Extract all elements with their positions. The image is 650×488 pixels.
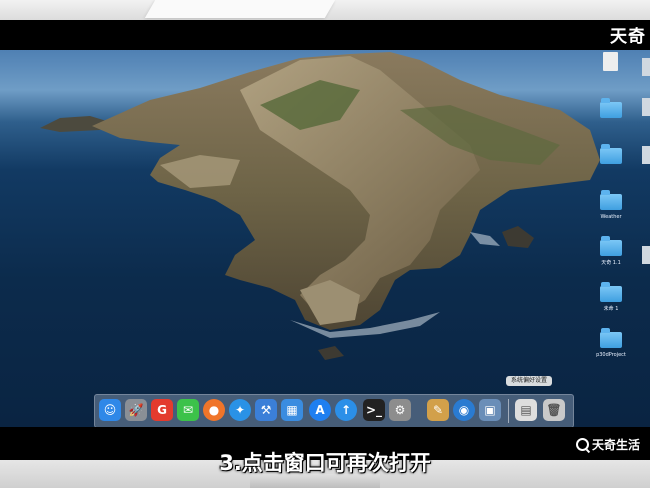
desktop-item-folder-4[interactable]: 天奇 1.1 (590, 236, 650, 280)
dock: ☺ 🚀 G ✉ ● ✦ ⚒ ▦ A ↑ >_ ⚙ ✎ ◉ ▣ ▤ 🗑 (94, 394, 574, 427)
folder-icon (600, 98, 622, 118)
watermark-top: 天奇 (610, 27, 646, 47)
folder-icon (600, 282, 622, 302)
desktop-icons-column: Weather 天奇 1.1 未命 1 p30dProject (590, 50, 650, 427)
folder-icon (600, 144, 622, 164)
folder-icon (600, 190, 622, 210)
desktop-screen[interactable]: Weather 天奇 1.1 未命 1 p30dProject 系统偏好设置 ☺… (0, 50, 650, 427)
documents-stack-icon[interactable]: ▤ (515, 399, 537, 421)
trash-icon[interactable]: 🗑 (543, 399, 565, 421)
edge-doc-icon[interactable] (642, 58, 650, 76)
desktop-item-label: p30dProject (596, 352, 626, 358)
wallpaper-island (40, 52, 600, 360)
desktop-item-file[interactable] (590, 52, 650, 92)
desktop-item-folder-3[interactable]: Weather (590, 190, 650, 234)
wechat-icon[interactable]: ✉ (177, 399, 199, 421)
desktop-item-folder-1[interactable] (590, 98, 650, 142)
terminal-icon[interactable]: >_ (363, 399, 385, 421)
dock-divider (508, 399, 509, 423)
network-globe-icon[interactable]: ◉ (453, 399, 475, 421)
desktop-item-folder-6[interactable]: p30dProject (590, 328, 650, 372)
safari-icon[interactable]: ✦ (229, 399, 251, 421)
monitor-top-bezel (0, 0, 650, 20)
desktop-item-folder-2[interactable] (590, 144, 650, 188)
file-icon (603, 52, 618, 71)
desktop-item-label: Weather (600, 214, 622, 220)
top-black-band (0, 20, 650, 50)
firefox-icon[interactable]: ● (203, 399, 225, 421)
app-store-icon[interactable]: A (309, 399, 331, 421)
notes-icon[interactable]: ✎ (427, 399, 449, 421)
upload-icon[interactable]: ↑ (335, 399, 357, 421)
system-preferences-gear-icon[interactable]: ⚙ (389, 399, 411, 421)
finder-icon[interactable]: ☺ (99, 399, 121, 421)
folder-icon (600, 236, 622, 256)
image-preview-icon[interactable]: ▣ (479, 399, 501, 421)
desktop-item-folder-5[interactable]: 未命 1 (590, 282, 650, 326)
desktop-item-label: 天奇 1.1 (601, 260, 621, 266)
subtitle-caption: 3.点击窗口可再次打开 (219, 451, 431, 475)
edge-doc-icon[interactable] (642, 246, 650, 264)
dock-tooltip: 系统偏好设置 (506, 376, 553, 386)
edge-doc-icon[interactable] (642, 98, 650, 116)
edge-doc-icon[interactable] (642, 146, 650, 164)
launchpad-icon[interactable]: 🚀 (125, 399, 147, 421)
google-browser-icon[interactable]: G (151, 399, 173, 421)
xcode-tools-icon[interactable]: ⚒ (255, 399, 277, 421)
files-icon[interactable]: ▦ (281, 399, 303, 421)
desktop-item-label: 未命 1 (603, 306, 619, 312)
folder-icon (600, 328, 622, 348)
paper-sheet (144, 0, 336, 18)
